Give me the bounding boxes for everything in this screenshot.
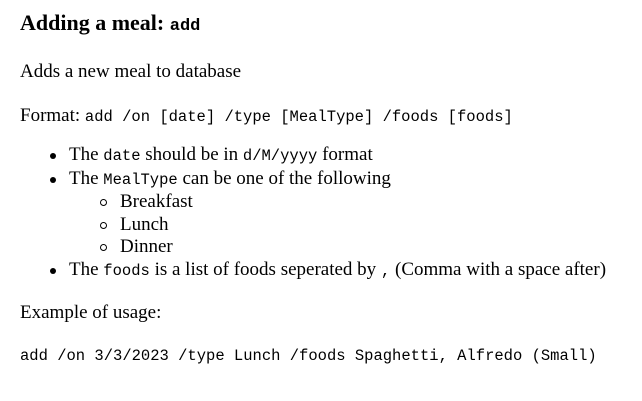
mealtype-options-list: Breakfast Lunch Dinner [69, 191, 606, 259]
parameter-list: The date should be in d/M/yyyy format Th… [20, 144, 606, 282]
param-code-foods: foods [103, 261, 150, 280]
bullet-text: The [69, 144, 99, 165]
bullet-text: should be in [145, 144, 239, 165]
list-item-foods: The foods is a list of foods seperated b… [20, 259, 606, 283]
mealtype-option: Breakfast [69, 191, 606, 214]
mealtype-option: Dinner [69, 236, 606, 259]
date-format-code: d/M/yyyy [242, 147, 318, 165]
list-item-date: The date should be in d/M/yyyy format [20, 144, 606, 168]
bullet-text: format [322, 144, 373, 165]
bullet-text: is a list of foods seperated by [154, 258, 377, 280]
bullet-text: can be one of the following [182, 167, 391, 189]
list-item-mealtype: The MealType can be one of the following… [20, 168, 606, 259]
bullet-text: The [69, 167, 99, 189]
param-code-date: date [103, 147, 141, 165]
param-code-mealtype: MealType [103, 170, 178, 189]
bullet-text: (Comma with a space after) [395, 258, 607, 280]
heading-text: Adding a meal: [20, 10, 165, 35]
mealtype-option: Lunch [69, 214, 606, 237]
format-paragraph: Format: add /on [date] /type [MealType] … [20, 104, 513, 129]
separator-code: , [380, 261, 391, 280]
section-heading: Adding a meal: add [20, 10, 200, 40]
format-label: Format: [20, 105, 81, 126]
example-label: Example of usage: [20, 302, 162, 323]
bullet-text: The [69, 258, 99, 280]
example-code-block: add /on 3/3/2023 /type Lunch /foods Spag… [20, 347, 597, 365]
heading-command: add [169, 17, 201, 36]
format-syntax: add /on [date] /type [MealType] /foods [… [84, 108, 513, 126]
description-paragraph: Adds a new meal to database [20, 61, 242, 82]
